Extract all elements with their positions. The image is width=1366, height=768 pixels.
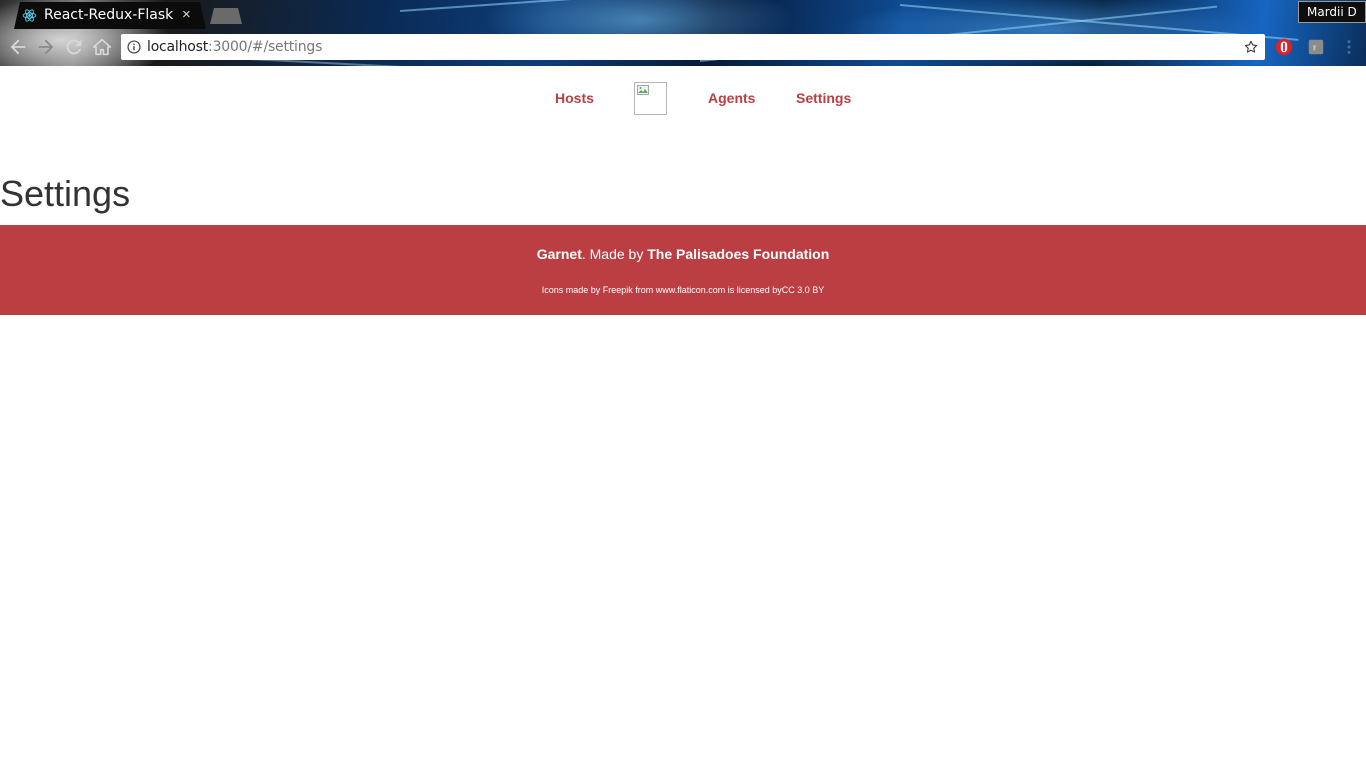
- top-nav: Hosts Agents Settings: [0, 66, 1366, 132]
- new-tab-button[interactable]: [210, 8, 242, 24]
- nav-link-hosts[interactable]: Hosts: [555, 90, 594, 106]
- reload-button[interactable]: [63, 36, 85, 58]
- react-icon: [22, 9, 37, 22]
- back-button[interactable]: [7, 36, 29, 58]
- broken-logo-image[interactable]: [634, 82, 667, 115]
- url-path: :3000/#/settings: [208, 39, 323, 55]
- footer: Garnet. Made by The Palisadoes Foundatio…: [0, 225, 1366, 315]
- back-arrow-icon: [10, 39, 26, 55]
- bookmark-star-icon[interactable]: [1243, 39, 1259, 55]
- reload-icon: [66, 39, 82, 55]
- broken-image-icon: [637, 85, 649, 95]
- home-icon: [92, 38, 112, 56]
- url-text[interactable]: localhost:3000/#/settings: [147, 39, 322, 55]
- page-content: Hosts Agents Settings Settings Garnet. M…: [0, 66, 1366, 768]
- page-title: Settings: [0, 173, 131, 214]
- close-tab-icon[interactable]: ×: [182, 6, 191, 23]
- browser-tab-active[interactable]: React-Redux-Flask ×: [14, 2, 206, 29]
- menu-dots-icon[interactable]: [1340, 38, 1358, 56]
- browser-chrome: React-Redux-Flask × Mardii D localhost:3…: [0, 0, 1366, 66]
- nav-link-settings[interactable]: Settings: [796, 90, 851, 106]
- url-host: localhost: [147, 39, 209, 55]
- footer-made-by: . Made by: [581, 246, 648, 262]
- wallpaper-streak: [399, 0, 899, 12]
- tab-title: React-Redux-Flask: [44, 7, 174, 23]
- footer-brand: Garnet: [536, 246, 582, 262]
- footer-credit: Icons made by Freepik from www.flaticon.…: [541, 285, 825, 295]
- info-icon[interactable]: [127, 40, 141, 54]
- adblock-extension-icon[interactable]: [1275, 38, 1293, 56]
- footer-main-text: Garnet. Made by The Palisadoes Foundatio…: [0, 246, 1366, 262]
- forward-arrow-icon: [38, 39, 54, 55]
- home-button[interactable]: [91, 36, 113, 58]
- nav-link-agents[interactable]: Agents: [708, 90, 755, 106]
- extension-icon[interactable]: [1307, 38, 1325, 56]
- profile-button[interactable]: Mardii D: [1298, 1, 1366, 23]
- forward-button[interactable]: [35, 36, 57, 58]
- address-bar[interactable]: localhost:3000/#/settings: [121, 34, 1265, 60]
- footer-organization: The Palisadoes Foundation: [647, 246, 830, 262]
